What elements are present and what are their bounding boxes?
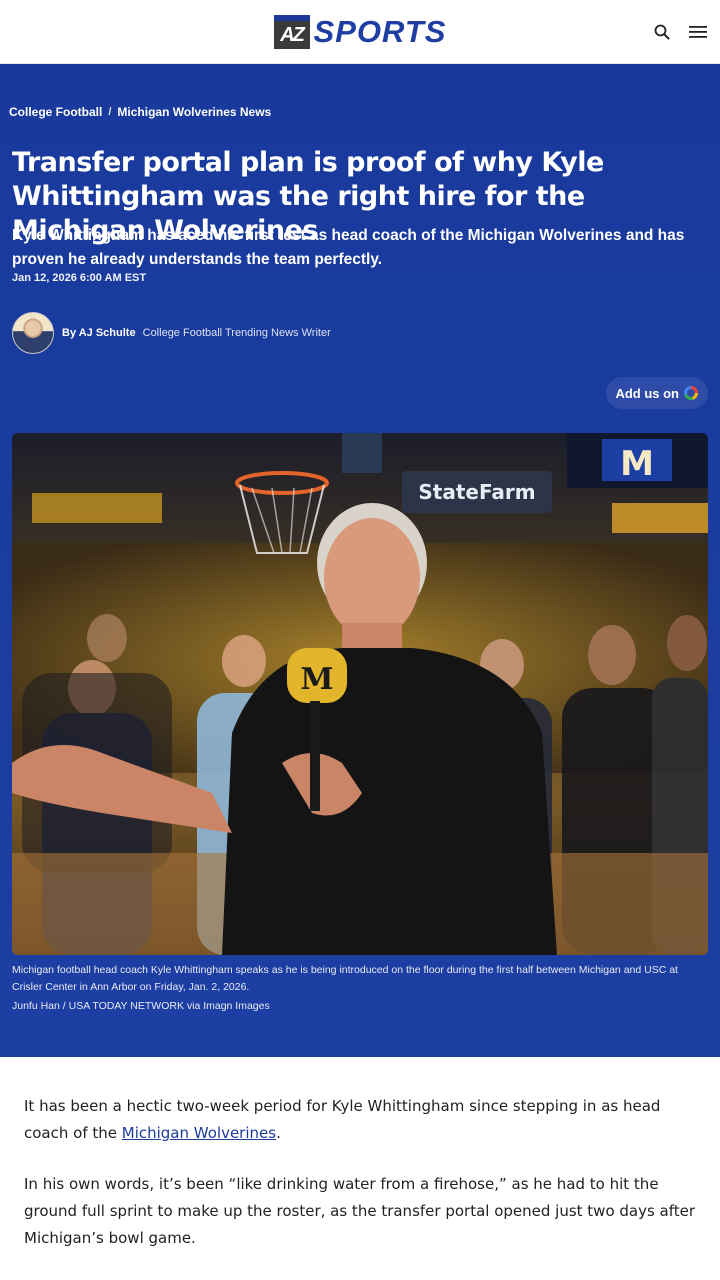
statefarm-sign: StateFarm: [418, 480, 535, 504]
publish-date: Jan 12, 2026 6:00 AM EST: [12, 272, 147, 284]
menu-icon[interactable]: [688, 22, 708, 42]
author-avatar[interactable]: [12, 312, 54, 354]
mic-m-logo: M: [300, 662, 333, 697]
add-us-on-google-button[interactable]: Add us on: [606, 377, 708, 409]
paragraph-text: It has been a hectic two-week period for…: [24, 1097, 661, 1142]
michigan-wolverines-link[interactable]: Michigan Wolverines: [122, 1124, 276, 1142]
paragraph-text-end: .: [276, 1124, 281, 1142]
author-byline: By AJ Schulte College Football Trending …: [12, 312, 331, 354]
breadcrumb-separator: /: [108, 106, 112, 118]
google-icon: [684, 386, 698, 400]
search-icon[interactable]: [652, 22, 672, 42]
author-name-link[interactable]: By AJ Schulte: [62, 327, 136, 339]
article-hero: College Football / Michigan Wolverines N…: [0, 64, 720, 1057]
logo-mark: AZ: [273, 14, 310, 49]
article-body: It has been a hectic two-week period for…: [0, 1057, 720, 1252]
az-sports-logo[interactable]: AZ SPORTS: [273, 13, 447, 50]
logo-text: SPORTS: [313, 13, 447, 49]
add-us-label: Add us on: [615, 385, 679, 401]
breadcrumb: College Football / Michigan Wolverines N…: [9, 105, 271, 119]
photo-caption: Michigan football head coach Kyle Whitti…: [12, 964, 678, 993]
article-paragraph: In his own words, it’s been “like drinki…: [24, 1175, 696, 1247]
header-actions: [652, 0, 708, 64]
hero-photo[interactable]: M StateFarm M: [12, 433, 708, 955]
breadcrumb-michigan-news[interactable]: Michigan Wolverines News: [117, 105, 271, 119]
author-role: College Football Trending News Writer: [142, 327, 331, 339]
article-dek: Kyle Whittingham has aced his first test…: [12, 227, 685, 268]
scoreboard-m: M: [620, 444, 654, 484]
site-header: AZ SPORTS: [0, 0, 720, 64]
article-paragraph: It has been a hectic two-week period for…: [24, 1093, 696, 1147]
photo-credit: Junfu Han / USA TODAY NETWORK via Imagn …: [12, 1000, 270, 1012]
breadcrumb-college-football[interactable]: College Football: [9, 105, 102, 119]
